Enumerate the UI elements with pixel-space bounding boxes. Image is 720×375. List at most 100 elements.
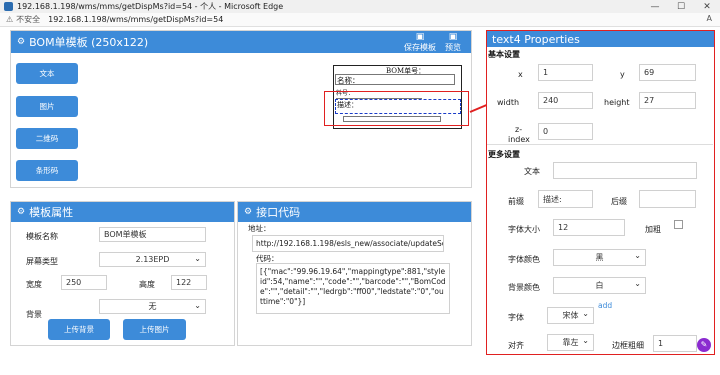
props-panel-title: text4 Properties [492, 32, 580, 46]
background-value: 无 [148, 302, 157, 311]
gears-icon: ⚙ [244, 207, 253, 217]
font-color-select[interactable]: 黑 ⌄ [553, 249, 646, 266]
template-name-label: 模板名称 [26, 232, 58, 241]
gears-icon: ⚙ [17, 37, 26, 47]
minimize-button[interactable]: — [642, 2, 668, 12]
bold-checkbox[interactable] [674, 220, 683, 229]
align-select[interactable]: 靠左 ⌄ [547, 334, 594, 351]
prefix-input[interactable]: 描述: [538, 190, 593, 208]
width-prop-label: width [497, 98, 520, 107]
template-panel-title: 模板属性 [29, 206, 74, 219]
preview-icon: ▣ [448, 32, 458, 42]
upload-background-button[interactable]: 上传背景 [48, 319, 110, 340]
save-template-button[interactable]: ▣ 保存模板 [403, 33, 437, 53]
chevron-down-icon: ⌄ [634, 251, 641, 260]
template-panel-header: ⚙ 模板属性 [11, 202, 234, 222]
z-index-input[interactable]: 0 [538, 123, 593, 140]
font-value: 宋体 [562, 311, 579, 320]
props-panel-header: text4 Properties [487, 31, 714, 47]
window-titlebar: 192.168.1.198/wms/mms/getDispMs?id=54 - … [0, 0, 720, 13]
bg-color-select[interactable]: 白 ⌄ [553, 277, 646, 294]
add-text-button[interactable]: 文本 [16, 63, 78, 84]
z-index-label-2: index [508, 135, 530, 144]
more-settings-title: 更多设置 [488, 150, 520, 159]
basic-settings-title: 基本设置 [488, 50, 520, 59]
chevron-down-icon: ⌄ [194, 301, 201, 310]
save-icon: ▣ [415, 32, 425, 42]
read-aloud-icon[interactable]: A [707, 14, 712, 23]
prefix-label: 前缀 [508, 197, 524, 206]
template-properties-panel: ⚙ 模板属性 模板名称 BOM单模板 屏幕类型 2.13EPD ⌄ 宽度 250… [10, 201, 235, 346]
font-select[interactable]: 宋体 ⌄ [547, 307, 594, 324]
width-prop-input[interactable]: 240 [538, 92, 593, 109]
height-input[interactable]: 122 [171, 275, 207, 290]
align-value: 靠左 [562, 338, 579, 347]
y-label: y [620, 70, 625, 79]
code-textarea[interactable]: [{"mac":"99.96.19.64","mappingtype":881,… [256, 263, 450, 314]
screen-type-value: 2.13EPD [135, 255, 170, 264]
height-prop-input[interactable]: 27 [639, 92, 696, 109]
preview-button[interactable]: ▣ 预览 [443, 33, 463, 53]
suffix-label: 后缀 [611, 197, 627, 206]
font-color-label: 字体颜色 [508, 255, 540, 264]
font-size-input[interactable]: 12 [553, 219, 625, 236]
close-button[interactable]: ✕ [694, 2, 720, 12]
bg-color-value: 白 [595, 281, 604, 290]
height-prop-label: height [604, 98, 630, 107]
address-bar[interactable]: ⚠ 不安全 192.168.1.198/wms/mms/getDispMs?id… [0, 13, 720, 27]
font-size-label: 字体大小 [508, 225, 540, 234]
x-input[interactable]: 1 [538, 64, 593, 81]
bg-color-label: 背景颜色 [508, 283, 540, 292]
template-name-input[interactable]: BOM单模板 [99, 227, 206, 242]
screen-type-label: 屏幕类型 [26, 257, 58, 266]
gears-icon: ⚙ [17, 207, 26, 217]
z-index-label-1: z- [515, 125, 523, 134]
add-font-link[interactable]: add [598, 301, 612, 310]
add-qrcode-button[interactable]: 二维码 [16, 128, 78, 149]
align-label: 对齐 [508, 341, 524, 350]
api-panel-header: ⚙ 接口代码 [238, 202, 471, 222]
api-panel-title: 接口代码 [256, 206, 301, 219]
x-label: x [518, 70, 523, 79]
height-label: 高度 [139, 280, 155, 289]
border-width-label: 边框粗细 [612, 341, 644, 350]
width-input[interactable]: 250 [61, 275, 107, 290]
interface-code-panel: ⚙ 接口代码 地址： http://192.168.1.198/esls_new… [237, 201, 472, 346]
text-input[interactable] [553, 162, 697, 179]
name-text[interactable]: 名称： [335, 74, 455, 85]
canvas-panel-title: BOM单模板 (250x122) [29, 36, 149, 49]
assistant-icon[interactable]: ✎ [697, 338, 711, 352]
warning-icon: ⚠ [6, 15, 14, 24]
chevron-down-icon: ⌄ [582, 336, 589, 345]
preview-label: 预览 [445, 43, 461, 52]
bold-label: 加粗 [645, 225, 661, 234]
chevron-down-icon: ⌄ [634, 279, 641, 288]
element-properties-panel: text4 Properties 基本设置 x 1 y 69 width 240… [486, 30, 715, 355]
y-input[interactable]: 69 [639, 64, 696, 81]
annotation-box [324, 91, 469, 126]
background-label: 背景 [26, 310, 42, 319]
insecure-label: 不安全 [16, 15, 41, 24]
add-image-button[interactable]: 图片 [16, 96, 78, 117]
background-select[interactable]: 无 ⌄ [99, 299, 206, 314]
width-label: 宽度 [26, 280, 42, 289]
edge-icon [4, 2, 13, 11]
text-label: 文本 [524, 167, 540, 176]
window-title: 192.168.1.198/wms/mms/getDispMs?id=54 - … [17, 2, 284, 11]
chevron-down-icon: ⌄ [194, 254, 201, 263]
canvas-panel-header: ⚙ BOM单模板 (250x122) [11, 31, 471, 53]
screen-type-select[interactable]: 2.13EPD ⌄ [99, 252, 206, 267]
section-divider [487, 144, 713, 145]
upload-image-button[interactable]: 上传图片 [123, 319, 186, 340]
url-text[interactable]: 192.168.1.198/wms/mms/getDispMs?id=54 [48, 15, 223, 24]
save-template-label: 保存模板 [404, 43, 436, 52]
font-color-value: 黑 [595, 253, 604, 262]
chevron-down-icon: ⌄ [582, 309, 589, 318]
border-width-input[interactable]: 1 [653, 335, 697, 352]
font-label: 字体 [508, 313, 524, 322]
maximize-button[interactable]: ☐ [668, 2, 694, 12]
address-label: 地址： [248, 224, 271, 233]
add-barcode-button[interactable]: 条形码 [16, 160, 78, 181]
address-field[interactable]: http://192.168.1.198/esls_new/associate/… [252, 235, 444, 252]
suffix-input[interactable] [639, 190, 696, 208]
